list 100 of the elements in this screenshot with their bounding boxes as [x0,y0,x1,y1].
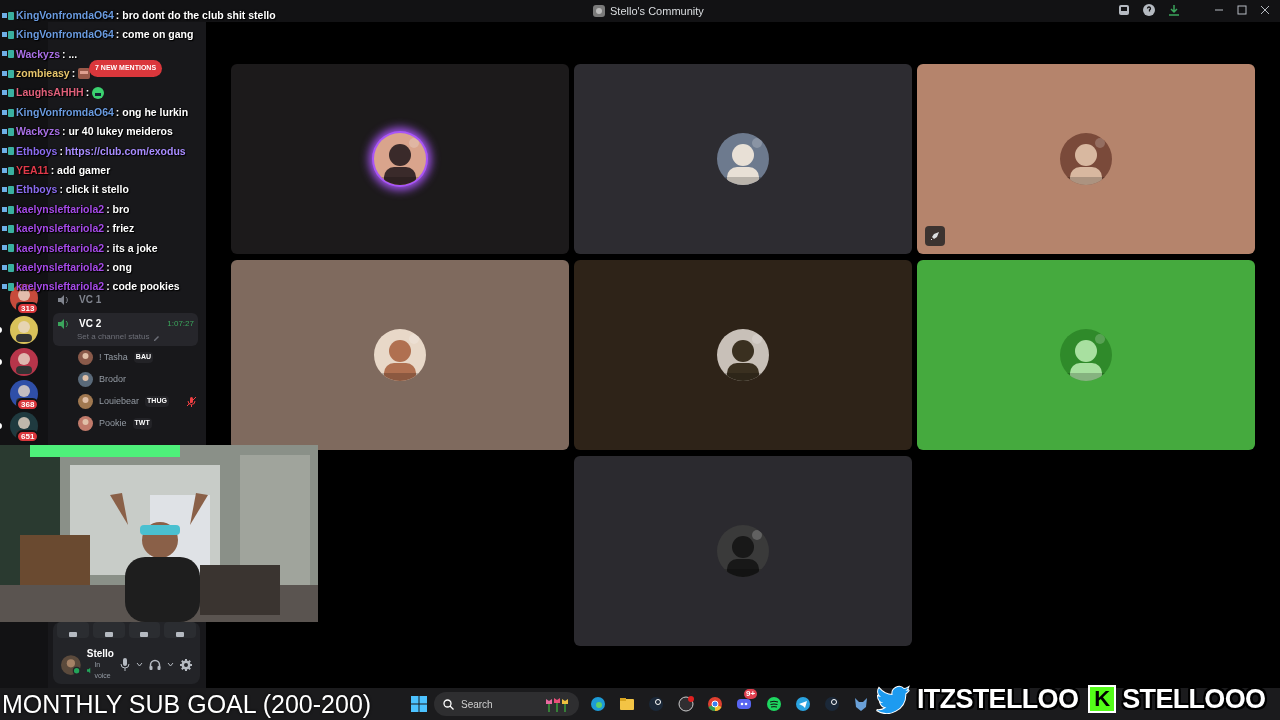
chevron-down-icon[interactable] [136,662,143,667]
server-icon [593,5,605,18]
muted-mic-icon [187,396,196,407]
pencil-icon [152,333,160,341]
chat-link[interactable]: https://club.com/exodus [64,143,186,160]
chat-username: kaelynsleftariola2 [16,221,105,237]
chat-message: : add gamer [50,162,111,178]
member-name: ! Tasha [99,350,128,364]
notification-badge: 651 [16,430,40,443]
discord-icon[interactable] [736,696,752,712]
close-icon[interactable] [1260,5,1270,15]
kick-logo: K [1088,685,1117,713]
chat-badge-icon [2,127,14,138]
activity-button[interactable] [128,622,161,638]
chat-message: : bro dont do the club shit stello [115,7,276,23]
chat-message: : its a joke [106,240,158,256]
chevron-down-icon[interactable] [167,662,174,667]
chat-username: KingVonfromdaO64 [16,27,114,43]
screen-share-button[interactable] [92,622,125,638]
member-row[interactable]: Brodor [78,369,198,390]
server-icon[interactable] [10,316,38,344]
channel-status: Set a channel status [77,331,150,343]
download-icon[interactable] [1168,4,1180,16]
obs-icon[interactable] [678,696,694,712]
social-handle: ITZSTELLOO [917,685,1079,713]
server-icon[interactable] [10,348,38,376]
window-title: Stello's Community [610,4,704,19]
video-tile[interactable] [231,64,569,254]
chat-message: : friez [106,221,135,237]
soundboard-button[interactable] [164,622,196,638]
wolf-icon[interactable] [853,696,869,712]
call-timer: 1:07:27 [167,317,194,330]
chat-username: Ethboys [16,143,58,159]
chat-badge-icon [2,88,14,99]
search-field[interactable]: Search [434,692,579,716]
member-name: Pookie [99,416,127,430]
notification-badge: 368 [16,398,40,411]
chat-username: YEA11 [16,162,49,178]
chat-message: : ong [106,259,132,275]
spotify-icon[interactable] [766,696,782,712]
steam-icon[interactable] [824,696,840,712]
chat-message: : [85,85,90,101]
video-tile[interactable] [574,456,912,646]
avatar-icon [78,416,93,431]
chat-message: : [59,143,63,159]
chat-message: : click it stello [59,182,129,198]
video-icon [67,631,78,638]
telegram-icon[interactable] [795,696,811,712]
user-name: Stello [86,648,114,659]
screen-share-icon [103,631,114,638]
video-tile[interactable] [574,64,912,254]
member-name: Brodor [99,372,126,386]
video-button[interactable] [57,622,89,638]
windows-icon[interactable] [411,696,427,712]
bird-icon [875,684,911,714]
help-icon[interactable] [1143,4,1155,16]
speaker-icon [57,293,69,306]
chat-username: Wackyzs [16,124,60,140]
avatar-icon [78,394,93,409]
chat-badge-icon [2,49,14,60]
chat-username: KingVonfromdaO64 [16,7,114,23]
video-tile[interactable] [231,260,569,450]
maximize-icon[interactable] [1237,5,1247,15]
speaker-icon [57,317,69,330]
chat-badge-icon [2,185,14,196]
chat-badge-icon [2,204,14,215]
chat-username: KingVonfromdaO64 [16,104,114,120]
chat-username: kaelynsleftariola2 [16,259,105,275]
sub-goal-text: MONTHLY SUB GOAL (200-200) [2,689,372,720]
edge-icon[interactable] [590,696,606,712]
avatar-icon [78,350,93,365]
chat-username: Ethboys [16,182,58,198]
microphone-icon[interactable] [120,658,130,671]
headphones-icon[interactable] [149,658,161,671]
chat-message: : bro [106,201,130,217]
member-name: Louiebear [99,394,140,408]
chat-username: Wackyzs [16,46,60,62]
steam-icon[interactable] [648,696,664,712]
search-icon [443,698,454,710]
rocket-icon [930,231,940,241]
voice-channel[interactable]: VC 2 1:07:27 Set a channel status [53,313,198,346]
avatar-icon [78,372,93,387]
video-tile[interactable] [917,260,1255,450]
chat-username: LaughsAHHH [16,85,84,101]
inbox-icon[interactable] [1118,4,1130,16]
notification-badge: 9+ [744,689,758,699]
chat-badge-icon [2,224,14,234]
chat-message: : code pookies [106,279,180,295]
folder-icon[interactable] [619,696,635,712]
settings-icon[interactable] [180,658,192,671]
video-tile[interactable] [917,64,1255,254]
video-tile[interactable] [574,260,912,450]
soundboard-icon [175,631,186,638]
chat-badge-icon [2,30,14,41]
chat-message: : ur 40 lukey meideros [61,124,173,140]
chat-badge-icon [2,262,14,273]
chat-message: : ong he lurkin [115,104,189,120]
chrome-icon[interactable] [707,696,723,712]
emote-icon [77,66,92,81]
chat-badge-icon [2,243,14,254]
